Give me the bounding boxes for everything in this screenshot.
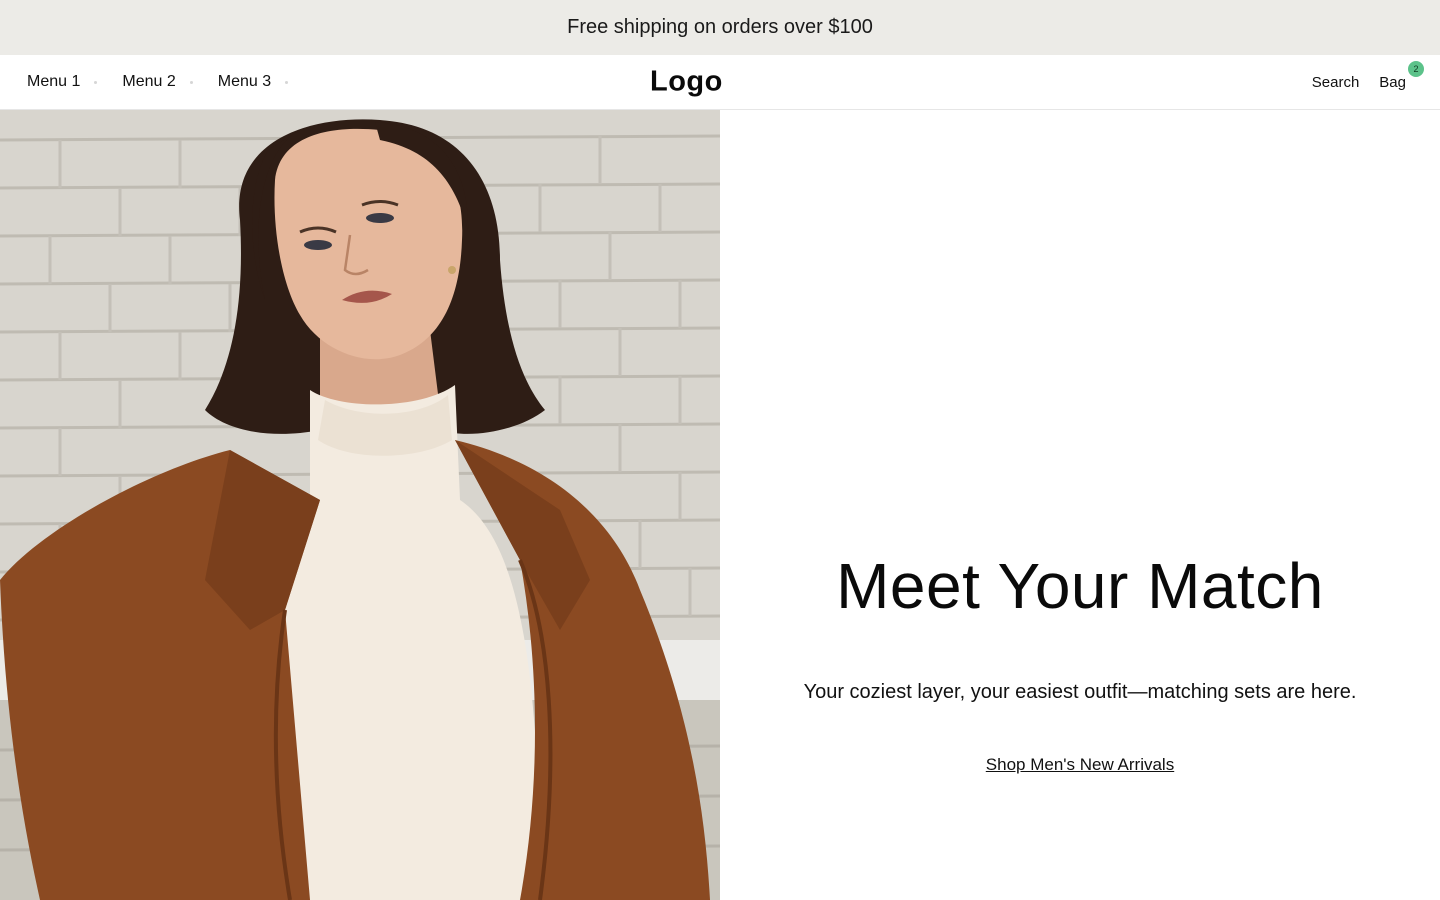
nav-item-label[interactable]: Menu 1 bbox=[27, 73, 80, 91]
nav-separator-dot bbox=[285, 80, 289, 84]
nav-item-label[interactable]: Menu 3 bbox=[218, 73, 271, 91]
announcement-text: Free shipping on orders over $100 bbox=[567, 16, 873, 38]
hero-content: Meet Your Match Your coziest layer, your… bbox=[720, 110, 1440, 900]
nav-separator-dot bbox=[94, 80, 98, 84]
shop-mens-new-arrivals-link[interactable]: Shop Men's New Arrivals bbox=[986, 755, 1174, 775]
nav-item-label[interactable]: Menu 2 bbox=[122, 73, 175, 91]
announcement-bar: Free shipping on orders over $100 bbox=[0, 0, 1440, 55]
hero-subtitle: Your coziest layer, your easiest outfit—… bbox=[803, 681, 1357, 703]
search-link[interactable]: Search bbox=[1312, 74, 1360, 91]
bag-link[interactable]: Bag 2 bbox=[1379, 60, 1424, 91]
hero-image bbox=[0, 110, 720, 900]
hero-photo-illustration bbox=[0, 110, 720, 900]
nav-item-menu-1[interactable]: Menu 1 bbox=[27, 73, 122, 91]
bag-count-badge: 2 bbox=[1408, 60, 1424, 77]
nav-separator-dot bbox=[189, 80, 193, 84]
hero-section: Meet Your Match Your coziest layer, your… bbox=[0, 110, 1440, 900]
nav-item-menu-2[interactable]: Menu 2 bbox=[122, 73, 217, 91]
site-logo[interactable]: Logo bbox=[650, 66, 723, 99]
hero-title: Meet Your Match bbox=[836, 550, 1324, 622]
main-nav: Menu 1 Menu 2 Menu 3 bbox=[0, 55, 313, 109]
bag-label[interactable]: Bag bbox=[1379, 74, 1406, 91]
nav-item-menu-3[interactable]: Menu 3 bbox=[218, 73, 313, 91]
site-header: Menu 1 Menu 2 Menu 3 Logo Search Bag 2 bbox=[0, 55, 1440, 110]
header-utilities: Search Bag 2 bbox=[1312, 55, 1424, 109]
